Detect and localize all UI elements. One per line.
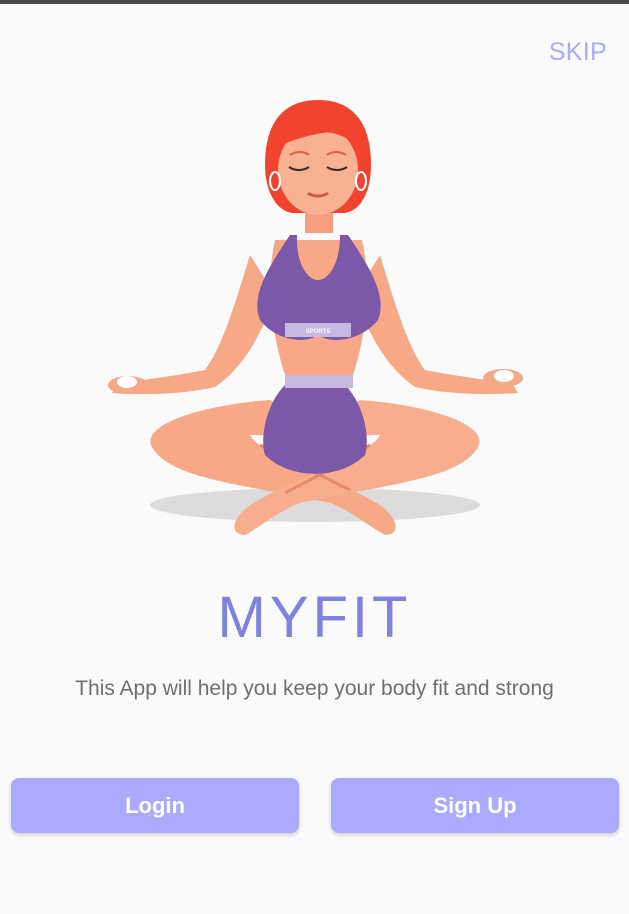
signup-button[interactable]: Sign Up [331,778,619,833]
app-title: MYFIT [217,585,412,650]
login-button[interactable]: Login [11,778,299,833]
skip-button[interactable]: SKIP [549,38,607,67]
left-arm [112,255,275,395]
status-bar-edge [0,0,629,4]
meditating-woman-illustration: SPORTS [108,100,523,535]
onboarding-screen: SKIP SPORTS MYFIT This App will help you… [0,0,629,914]
shorts [263,385,367,474]
app-subtitle: This App will help you keep your body fi… [75,677,554,700]
bra-badge: SPORTS [306,329,331,335]
waistband [285,375,353,388]
